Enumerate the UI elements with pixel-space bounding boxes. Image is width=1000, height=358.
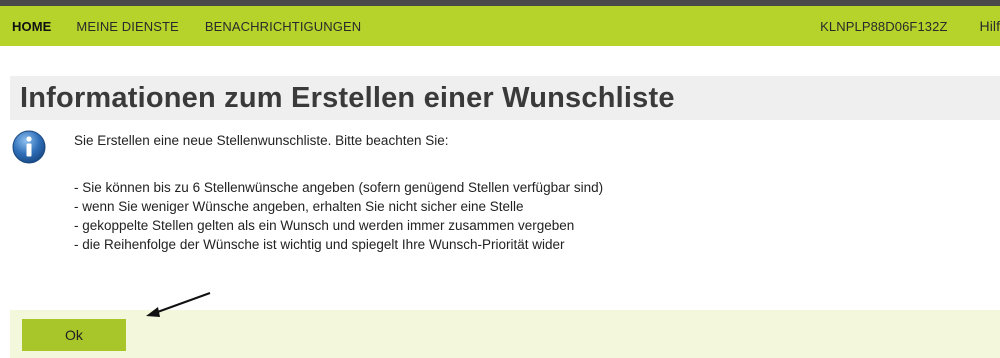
main-navigation: HOME MEINE DIENSTE BENACHRICHTIGUNGEN KL… (0, 6, 1000, 46)
arrow-annotation (146, 292, 211, 317)
nav-services[interactable]: MEINE DIENSTE (76, 19, 178, 34)
info-icon (12, 130, 46, 164)
list-item: - Sie können bis zu 6 Stellenwünsche ang… (74, 180, 604, 195)
nav-left: HOME MEINE DIENSTE BENACHRICHTIGUNGEN (0, 19, 387, 34)
ok-button[interactable]: Ok (22, 319, 126, 351)
page-title: Informationen zum Erstellen einer Wunsch… (20, 81, 675, 114)
title-bar: Informationen zum Erstellen einer Wunsch… (10, 76, 1000, 120)
nav-notifications[interactable]: BENACHRICHTIGUNGEN (205, 19, 361, 34)
page: HOME MEINE DIENSTE BENACHRICHTIGUNGEN KL… (0, 0, 1000, 358)
message-list: - Sie können bis zu 6 Stellenwünsche ang… (74, 178, 603, 254)
nav-home[interactable]: HOME (12, 19, 51, 34)
nav-user-id[interactable]: KLNPLP88D06F132Z (820, 19, 947, 34)
list-item: - gekoppelte Stellen gelten als ein Wuns… (74, 218, 575, 233)
message-intro: Sie Erstellen eine neue Stellenwunschlis… (74, 133, 449, 148)
list-item: - die Reihenfolge der Wünsche ist wichti… (74, 237, 565, 252)
nav-help[interactable]: Hilfe (979, 18, 1000, 34)
nav-right: KLNPLP88D06F132Z Hilfe (820, 18, 1000, 34)
list-item: - wenn Sie weniger Wünsche angeben, erha… (74, 199, 524, 214)
